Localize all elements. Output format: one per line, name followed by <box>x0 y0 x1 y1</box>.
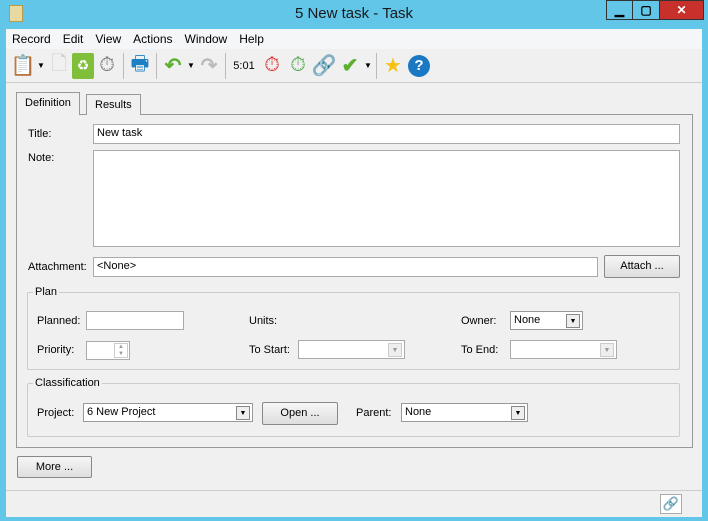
note-label: Note: <box>28 152 55 164</box>
chevron-down-icon: ▼ <box>600 343 614 357</box>
tab-results[interactable]: Results <box>86 94 141 115</box>
project-value: 6 New Project <box>87 406 156 418</box>
menu-window[interactable]: Window <box>179 32 234 46</box>
chevron-down-icon: ▼ <box>511 406 525 420</box>
parent-value: None <box>405 406 432 418</box>
to-start-label: To Start: <box>249 344 290 356</box>
separator <box>225 52 226 79</box>
separator <box>156 52 157 79</box>
minimize-button[interactable]: ▁ <box>606 0 633 20</box>
stopwatch-stop-icon[interactable]: ⏱ <box>259 53 285 79</box>
parent-label: Parent: <box>356 407 392 419</box>
separator <box>376 52 377 79</box>
chevron-down-icon: ▼ <box>388 343 402 357</box>
tab-definition[interactable]: Definition <box>16 92 80 115</box>
owner-value: None <box>514 314 541 326</box>
new-task-icon[interactable]: 📋 <box>10 53 36 79</box>
new-document-icon[interactable]: 🗋 <box>46 53 72 79</box>
parent-select[interactable]: None ▼ <box>401 403 528 422</box>
menu-view[interactable]: View <box>89 32 127 46</box>
plan-legend: Plan <box>33 286 60 298</box>
spinner-arrows-icon[interactable]: ▲ ▼ <box>114 343 128 358</box>
menu-bar: Record Edit View Actions Window Help <box>6 29 702 49</box>
project-label: Project: <box>37 407 75 419</box>
link-status-icon[interactable]: 🔗 <box>660 494 682 514</box>
attachment-input[interactable]: <None> <box>93 257 598 277</box>
chevron-down-icon: ▼ <box>236 406 250 420</box>
check-dropdown-icon[interactable]: ▼ <box>363 53 373 79</box>
owner-select[interactable]: None ▼ <box>510 311 583 330</box>
attachment-label: Attachment: <box>28 261 87 273</box>
priority-stepper[interactable]: ▲ ▼ <box>86 341 130 360</box>
note-textarea[interactable] <box>93 150 680 247</box>
menu-actions[interactable]: Actions <box>127 32 178 46</box>
recycle-bin-icon[interactable]: ♻ <box>72 52 94 79</box>
menu-record[interactable]: Record <box>6 32 57 46</box>
menu-help[interactable]: Help <box>233 32 270 46</box>
priority-label: Priority: <box>37 344 75 356</box>
attach-button[interactable]: Attach ... <box>604 255 680 278</box>
check-icon[interactable]: ✔ <box>337 53 363 79</box>
link-icon: 🔗 <box>311 55 337 77</box>
to-end-select[interactable]: ▼ <box>510 340 617 359</box>
separator <box>123 52 124 79</box>
close-button[interactable]: ✕ <box>659 0 704 20</box>
title-label: Title: <box>28 128 52 140</box>
undo-icon[interactable]: ↶ <box>160 53 186 79</box>
classification-legend: Classification <box>33 377 102 389</box>
help-icon[interactable]: ? <box>406 53 432 79</box>
to-end-label: To End: <box>461 344 499 356</box>
toolbar: 📋 ▼ 🗋 ♻ ⏱ 🖶 ↶ ▼ ↷ 5:01 ⏱ ⏱ 🔗 ✔ ▼ ★ ? <box>6 49 702 83</box>
stopwatch-add-icon[interactable]: ⏱ <box>94 53 120 79</box>
planned-label: Planned: <box>37 315 81 327</box>
maximize-button[interactable]: ▢ <box>632 0 660 20</box>
chevron-down-icon: ▼ <box>566 314 580 328</box>
owner-label: Owner: <box>461 315 497 327</box>
to-start-select[interactable]: ▼ <box>298 340 405 359</box>
undo-dropdown-icon[interactable]: ▼ <box>186 53 196 79</box>
open-project-button[interactable]: Open ... <box>262 402 338 425</box>
planned-input[interactable] <box>86 311 184 330</box>
menu-edit[interactable]: Edit <box>57 32 90 46</box>
redo-icon: ↷ <box>200 55 218 77</box>
more-button[interactable]: More ... <box>17 456 92 478</box>
project-select[interactable]: 6 New Project ▼ <box>83 403 253 422</box>
stopwatch-start-icon[interactable]: ⏱ <box>285 53 311 79</box>
new-task-dropdown-icon[interactable]: ▼ <box>36 53 46 79</box>
units-label: Units: <box>249 315 278 327</box>
star-icon[interactable]: ★ <box>380 53 406 79</box>
timer-display: 5:01 <box>233 59 255 72</box>
status-bar <box>6 490 702 517</box>
print-icon[interactable]: 🖶 <box>127 53 153 79</box>
window-title: 5 New task - Task <box>294 5 414 22</box>
title-input[interactable]: New task <box>93 124 680 144</box>
